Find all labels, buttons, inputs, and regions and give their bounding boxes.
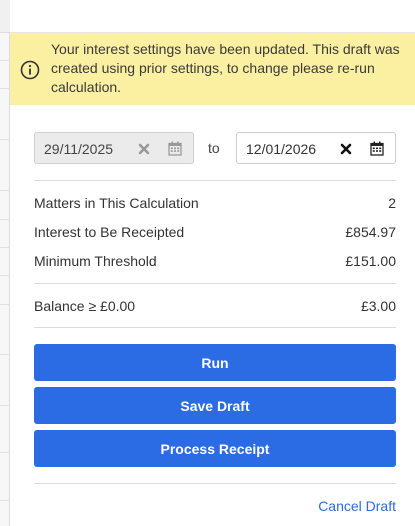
- from-date-value: 29/11/2025: [44, 141, 114, 157]
- divider: [34, 327, 396, 328]
- process-receipt-button[interactable]: Process Receipt: [34, 430, 396, 467]
- balance-label: Balance ≥ £0.00: [34, 298, 136, 314]
- balance-row: Balance ≥ £0.00 £3.00: [34, 298, 396, 316]
- banner-message: Your interest settings have been updated…: [51, 41, 400, 95]
- date-range: 29/11/2025 to 12/01/2026: [34, 132, 396, 164]
- from-calendar-icon[interactable]: [168, 141, 182, 156]
- to-calendar-icon[interactable]: [370, 141, 384, 156]
- save-draft-button[interactable]: Save Draft: [34, 387, 396, 424]
- divider: [34, 483, 396, 484]
- balance-value: £3.00: [360, 298, 396, 314]
- clear-from-date-icon[interactable]: [137, 142, 151, 156]
- divider: [34, 283, 396, 284]
- matters-value: 2: [388, 195, 396, 211]
- matters-label: Matters in This Calculation: [34, 195, 199, 211]
- to-date-input[interactable]: 12/01/2026: [236, 132, 396, 164]
- panel-header: [10, 0, 415, 33]
- interest-value: £854.97: [345, 224, 396, 240]
- cancel-draft-link[interactable]: Cancel Draft: [318, 498, 396, 514]
- settings-updated-banner: Your interest settings have been updated…: [10, 33, 415, 105]
- clear-to-date-icon[interactable]: [339, 142, 353, 156]
- divider: [34, 180, 396, 181]
- run-button[interactable]: Run: [34, 344, 396, 381]
- matters-row: Matters in This Calculation 2: [34, 195, 396, 213]
- interest-row: Interest to Be Receipted £854.97: [34, 224, 396, 242]
- to-date-value: 12/01/2026: [246, 141, 317, 157]
- threshold-label: Minimum Threshold: [34, 253, 157, 269]
- background-page-edge: [0, 0, 10, 526]
- threshold-row: Minimum Threshold £151.00: [34, 253, 396, 271]
- threshold-value: £151.00: [345, 253, 396, 269]
- date-range-separator: to: [208, 140, 220, 156]
- from-date-input[interactable]: 29/11/2025: [34, 132, 194, 164]
- interest-label: Interest to Be Receipted: [34, 224, 185, 240]
- info-circle-icon: [20, 60, 40, 80]
